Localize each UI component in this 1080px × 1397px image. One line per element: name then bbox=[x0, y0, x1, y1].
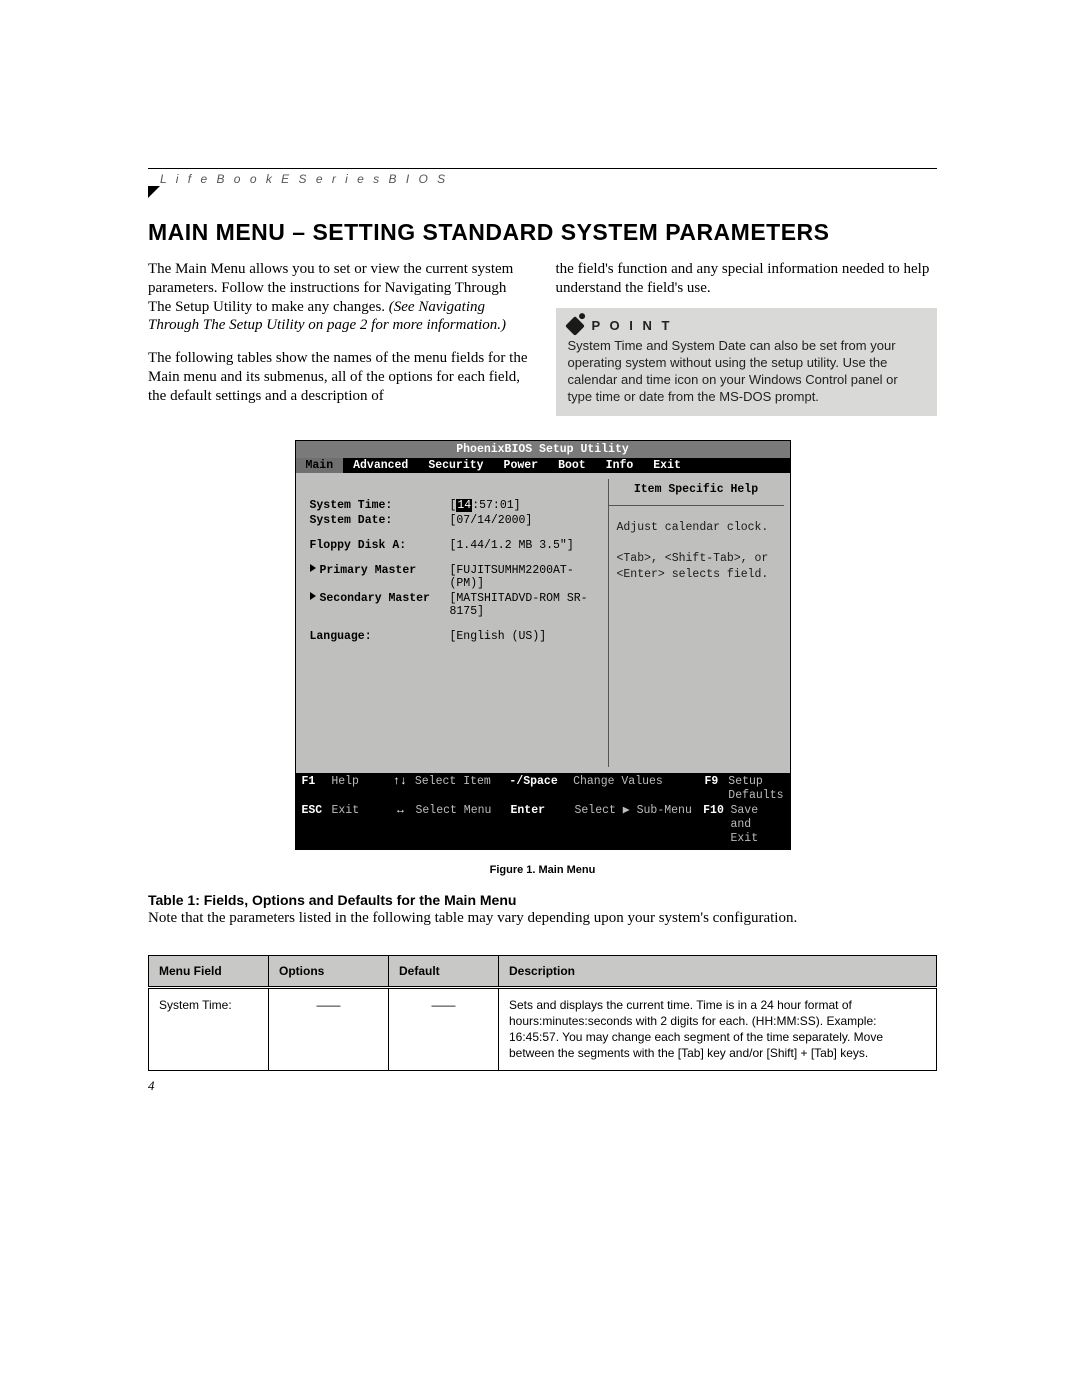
bios-help-line: <Enter> selects field. bbox=[617, 567, 776, 583]
th-description: Description bbox=[499, 955, 937, 987]
updown-arrow-icon: ↑↓ bbox=[385, 775, 415, 804]
bios-field-label: System Time: bbox=[310, 499, 450, 512]
select-menu-label: Select Menu bbox=[416, 804, 511, 847]
bios-help-line bbox=[617, 535, 776, 551]
bios-help-line: Adjust calendar clock. bbox=[617, 520, 776, 536]
figure-caption: Figure 1. Main Menu bbox=[295, 864, 791, 876]
bios-help-pane: Item Specific Help Adjust calendar clock… bbox=[608, 479, 784, 767]
bios-tab-boot[interactable]: Boot bbox=[548, 458, 596, 473]
page-title: MAIN MENU – SETTING STANDARD SYSTEM PARA… bbox=[148, 219, 937, 246]
running-title: L i f e B o o k E S e r i e s B I O S bbox=[160, 172, 448, 186]
table-note: Note that the parameters listed in the f… bbox=[148, 910, 937, 927]
bios-tab-advanced[interactable]: Advanced bbox=[343, 458, 418, 473]
change-values-label: Change Values bbox=[573, 775, 694, 804]
bios-field-row[interactable]: Secondary Master[MATSHITADVD-ROM SR-8175… bbox=[310, 592, 600, 618]
table-header-row: Menu Field Options Default Description bbox=[149, 955, 937, 987]
bios-field-value[interactable]: [English (US)] bbox=[450, 630, 600, 643]
f9-key: F9 bbox=[694, 775, 728, 804]
bios-tab-exit[interactable]: Exit bbox=[643, 458, 691, 473]
bios-field-value[interactable]: [14:57:01] bbox=[450, 499, 600, 512]
point-head: P O I N T bbox=[568, 318, 926, 335]
table-section: Table 1: Fields, Options and Defaults fo… bbox=[148, 892, 937, 1071]
bios-field-row[interactable]: System Date:[07/14/2000] bbox=[310, 514, 600, 527]
save-exit-label: Save and Exit bbox=[731, 804, 784, 847]
setup-defaults-label: Setup Defaults bbox=[728, 775, 783, 804]
two-columns: The Main Menu allows you to set or view … bbox=[148, 260, 937, 416]
bios-field-row[interactable]: Primary Master[FUJITSUMHM2200AT-(PM)] bbox=[310, 564, 600, 590]
bios-footer-row2: ESC Exit ↔ Select Menu Enter Select ▶ Su… bbox=[302, 804, 784, 847]
page: L i f e B o o k E S e r i e s B I O S MA… bbox=[0, 0, 1080, 1397]
point-marker-icon bbox=[565, 316, 585, 336]
bios-field-label: Secondary Master bbox=[310, 592, 450, 618]
bios-footer: F1 Help ↑↓ Select Item -/Space Change Va… bbox=[296, 773, 790, 849]
right-p1: the field's function and any special inf… bbox=[556, 260, 938, 298]
select-item-label: Select Item bbox=[415, 775, 510, 804]
point-box: P O I N T System Time and System Date ca… bbox=[556, 308, 938, 416]
point-body: System Time and System Date can also be … bbox=[568, 338, 926, 406]
bios-tab-info[interactable]: Info bbox=[596, 458, 644, 473]
cell-options: —— bbox=[269, 987, 389, 1070]
leftright-arrow-icon: ↔ bbox=[386, 804, 416, 847]
enter-key: Enter bbox=[511, 804, 575, 847]
bios-field-value[interactable]: [FUJITSUMHM2200AT-(PM)] bbox=[450, 564, 600, 590]
bios-left-pane: System Time:[14:57:01]System Date:[07/14… bbox=[296, 473, 608, 773]
space-key: -/Space bbox=[509, 775, 573, 804]
bios-tab-power[interactable]: Power bbox=[494, 458, 549, 473]
bios-field-value[interactable]: [07/14/2000] bbox=[450, 514, 600, 527]
bios-help-title: Item Specific Help bbox=[609, 483, 784, 496]
bios-field-label: Floppy Disk A: bbox=[310, 539, 450, 552]
table-title: Table 1: Fields, Options and Defaults fo… bbox=[148, 892, 937, 908]
f1-label: Help bbox=[331, 775, 385, 804]
bios-field-row[interactable]: Floppy Disk A:[1.44/1.2 MB 3.5"] bbox=[310, 539, 600, 552]
bios-body: System Time:[14:57:01]System Date:[07/14… bbox=[296, 473, 790, 773]
table-row: System Time:————Sets and displays the cu… bbox=[149, 987, 937, 1070]
bios-field-row[interactable]: System Time:[14:57:01] bbox=[310, 499, 600, 512]
th-menu-field: Menu Field bbox=[149, 955, 269, 987]
bios-help-box: Adjust calendar clock. <Tab>, <Shift-Tab… bbox=[609, 505, 784, 767]
f1-key: F1 bbox=[302, 775, 332, 804]
left-column: The Main Menu allows you to set or view … bbox=[148, 260, 530, 416]
th-default: Default bbox=[389, 955, 499, 987]
bios-field-value[interactable]: [MATSHITADVD-ROM SR-8175] bbox=[450, 592, 600, 618]
cell-default: —— bbox=[389, 987, 499, 1070]
bios-title: PhoenixBIOS Setup Utility bbox=[296, 441, 790, 458]
bios-figure: PhoenixBIOS Setup Utility Main Advanced … bbox=[295, 440, 791, 876]
header-triangle-icon bbox=[148, 186, 160, 198]
params-table: Menu Field Options Default Description S… bbox=[148, 955, 937, 1071]
bios-field-label: Primary Master bbox=[310, 564, 450, 590]
left-p2: The following tables show the names of t… bbox=[148, 349, 530, 405]
esc-key: ESC bbox=[302, 804, 332, 847]
bios-tab-security[interactable]: Security bbox=[418, 458, 493, 473]
point-label: P O I N T bbox=[592, 318, 673, 335]
esc-label: Exit bbox=[332, 804, 386, 847]
bios-tab-main[interactable]: Main bbox=[296, 458, 344, 473]
select-submenu-label: Select ▶ Sub-Menu bbox=[575, 804, 697, 847]
cell-description: Sets and displays the current time. Time… bbox=[499, 987, 937, 1070]
bios-field-row[interactable]: Language:[English (US)] bbox=[310, 630, 600, 643]
bios-field-label: Language: bbox=[310, 630, 450, 643]
header-rule bbox=[148, 168, 937, 169]
content: MAIN MENU – SETTING STANDARD SYSTEM PARA… bbox=[148, 219, 937, 1071]
right-column: the field's function and any special inf… bbox=[556, 260, 938, 416]
f10-key: F10 bbox=[697, 804, 731, 847]
bios-window: PhoenixBIOS Setup Utility Main Advanced … bbox=[295, 440, 791, 850]
bios-help-line: <Tab>, <Shift-Tab>, or bbox=[617, 551, 776, 567]
bios-footer-row1: F1 Help ↑↓ Select Item -/Space Change Va… bbox=[302, 775, 784, 804]
bios-tabs: Main Advanced Security Power Boot Info E… bbox=[296, 458, 790, 473]
bios-field-label: System Date: bbox=[310, 514, 450, 527]
page-number: 4 bbox=[148, 1078, 155, 1094]
bios-field-value[interactable]: [1.44/1.2 MB 3.5"] bbox=[450, 539, 600, 552]
th-options: Options bbox=[269, 955, 389, 987]
cell-menu-field: System Time: bbox=[149, 987, 269, 1070]
